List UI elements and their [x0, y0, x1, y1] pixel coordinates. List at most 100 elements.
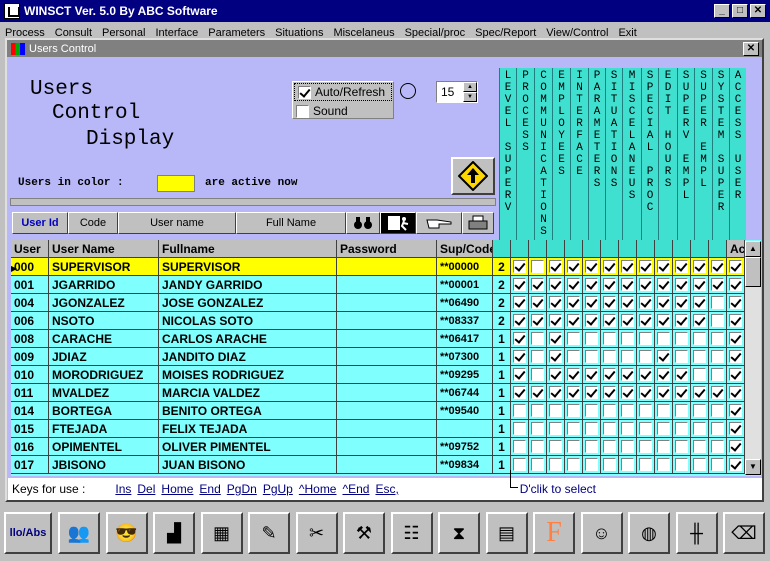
- permission-checkbox[interactable]: [547, 312, 565, 329]
- checkbox[interactable]: [603, 458, 616, 471]
- checkbox[interactable]: [621, 260, 634, 273]
- permission-checkbox[interactable]: [547, 456, 565, 473]
- checkbox[interactable]: [639, 332, 652, 345]
- checkbox[interactable]: [639, 422, 652, 435]
- menu-item-situations[interactable]: Situations: [270, 27, 328, 38]
- permission-checkbox[interactable]: [637, 258, 655, 275]
- permission-checkbox[interactable]: [655, 366, 673, 383]
- checkbox[interactable]: [711, 314, 724, 327]
- permission-checkbox[interactable]: [655, 330, 673, 347]
- checkbox[interactable]: [603, 350, 616, 363]
- auto-refresh-option[interactable]: Auto/Refresh: [294, 83, 392, 101]
- checkbox[interactable]: [567, 422, 580, 435]
- menu-item-personal[interactable]: Personal: [97, 27, 150, 38]
- checkbox[interactable]: [729, 422, 742, 435]
- checkbox[interactable]: [729, 278, 742, 291]
- taskbar-gate-button[interactable]: ╫: [675, 512, 718, 554]
- checkbox[interactable]: [729, 350, 742, 363]
- checkbox[interactable]: [657, 440, 670, 453]
- permission-checkbox[interactable]: [547, 276, 565, 293]
- table-row[interactable]: 017 JBISONO JUAN BISONO **09834 1: [11, 456, 746, 474]
- checkbox[interactable]: [621, 440, 634, 453]
- key-link[interactable]: PgUp: [263, 482, 293, 496]
- checkbox[interactable]: [657, 332, 670, 345]
- checkbox[interactable]: [729, 260, 742, 273]
- taskbar-factory-button[interactable]: ▟: [153, 512, 195, 554]
- taskbar-font-f-button[interactable]: F: [533, 512, 575, 554]
- checkbox[interactable]: [567, 404, 580, 417]
- permission-checkbox[interactable]: [709, 330, 727, 347]
- checkbox[interactable]: [585, 296, 598, 309]
- permission-checkbox[interactable]: [547, 294, 565, 311]
- checkbox[interactable]: [549, 332, 562, 345]
- checkbox[interactable]: [585, 350, 598, 363]
- permission-checkbox[interactable]: [709, 402, 727, 419]
- checkbox[interactable]: [693, 332, 706, 345]
- checkbox[interactable]: [585, 278, 598, 291]
- checkbox[interactable]: [639, 296, 652, 309]
- checkbox[interactable]: [711, 404, 724, 417]
- permission-checkbox[interactable]: [727, 456, 745, 473]
- checkbox[interactable]: [657, 386, 670, 399]
- checkbox[interactable]: [711, 440, 724, 453]
- checkbox[interactable]: [693, 386, 706, 399]
- permission-checkbox[interactable]: [619, 258, 637, 275]
- checkbox[interactable]: [549, 458, 562, 471]
- checkbox[interactable]: [729, 332, 742, 345]
- permission-checkbox[interactable]: [691, 276, 709, 293]
- permission-checkbox[interactable]: [727, 294, 745, 311]
- checkbox[interactable]: [639, 368, 652, 381]
- checkbox[interactable]: [567, 386, 580, 399]
- checkbox[interactable]: [639, 404, 652, 417]
- menu-item-parameters[interactable]: Parameters: [203, 27, 270, 38]
- sound-option[interactable]: Sound: [293, 102, 393, 120]
- permission-checkbox[interactable]: [619, 312, 637, 329]
- checkbox[interactable]: [513, 386, 526, 399]
- permission-checkbox[interactable]: [529, 258, 547, 275]
- permission-checkbox[interactable]: [583, 456, 601, 473]
- permission-checkbox[interactable]: [511, 384, 529, 401]
- table-row[interactable]: 011 MVALDEZ MARCIA VALDEZ **06744 1: [11, 384, 746, 402]
- checkbox[interactable]: [513, 350, 526, 363]
- checkbox[interactable]: [585, 386, 598, 399]
- taskbar-face-button[interactable]: ☺: [580, 512, 623, 554]
- permission-checkbox[interactable]: [727, 366, 745, 383]
- permission-checkbox[interactable]: [655, 402, 673, 419]
- permission-checkbox[interactable]: [601, 294, 619, 311]
- checkbox[interactable]: [675, 296, 688, 309]
- permission-checkbox[interactable]: [673, 438, 691, 455]
- permission-checkbox[interactable]: [691, 384, 709, 401]
- checkbox[interactable]: [513, 404, 526, 417]
- sort-full-name-button[interactable]: Full Name: [236, 212, 346, 234]
- permission-checkbox[interactable]: [529, 348, 547, 365]
- checkbox[interactable]: [711, 422, 724, 435]
- taskbar-table-button[interactable]: ▦: [200, 512, 243, 554]
- permission-checkbox[interactable]: [727, 312, 745, 329]
- permission-checkbox[interactable]: [619, 348, 637, 365]
- checkbox[interactable]: [567, 296, 580, 309]
- permission-checkbox[interactable]: [565, 294, 583, 311]
- table-row[interactable]: 016 OPIMENTEL OLIVER PIMENTEL **09752 1: [11, 438, 746, 456]
- checkbox[interactable]: [711, 260, 724, 273]
- permission-checkbox[interactable]: [655, 312, 673, 329]
- checkbox[interactable]: [585, 332, 598, 345]
- sort-user-id-button[interactable]: User Id: [12, 212, 68, 234]
- checkbox[interactable]: [549, 314, 562, 327]
- checkbox[interactable]: [567, 260, 580, 273]
- permission-checkbox[interactable]: [511, 294, 529, 311]
- sort-user-name-button[interactable]: User name: [118, 212, 236, 234]
- permission-checkbox[interactable]: [583, 330, 601, 347]
- permission-checkbox[interactable]: [637, 366, 655, 383]
- checkbox[interactable]: [567, 278, 580, 291]
- permission-checkbox[interactable]: [709, 438, 727, 455]
- checkbox[interactable]: [603, 440, 616, 453]
- menu-item-process[interactable]: Process: [0, 27, 50, 38]
- checkbox[interactable]: [657, 314, 670, 327]
- checkbox[interactable]: [585, 458, 598, 471]
- checkbox[interactable]: [675, 278, 688, 291]
- permission-checkbox[interactable]: [565, 456, 583, 473]
- permission-checkbox[interactable]: [547, 438, 565, 455]
- checkbox[interactable]: [675, 260, 688, 273]
- permission-checkbox[interactable]: [565, 384, 583, 401]
- permission-checkbox[interactable]: [601, 348, 619, 365]
